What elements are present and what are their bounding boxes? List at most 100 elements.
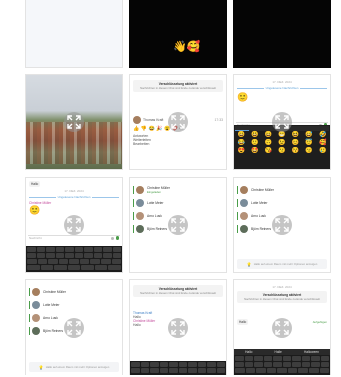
emoji-key[interactable]: 😘 <box>262 148 275 155</box>
reaction-thumbs-up[interactable]: 👍 <box>133 126 139 132</box>
gallery-tile-chat-keyboard[interactable]: Hallo 17. DEZ. 2024 Ungelesene Nachricht… <box>25 177 123 273</box>
date-separator: 17. DEZ. 2024 <box>272 285 292 289</box>
emoji-key[interactable]: 😁 <box>276 132 289 139</box>
expand-icon[interactable] <box>168 112 188 132</box>
gallery-tile-emoji-keyboard[interactable]: 17. DEZ. 2024 Ungelesene Nachrichten 🙂 N… <box>233 74 331 170</box>
emoji-key[interactable]: 😙 <box>303 148 316 155</box>
avatar <box>240 199 248 207</box>
emoji-key[interactable]: 😂 <box>235 140 248 147</box>
message-emoji: 🙂 <box>237 92 249 102</box>
emoji-key[interactable]: 🥲 <box>316 148 329 155</box>
gallery-tile-photo[interactable] <box>25 74 123 170</box>
message-bubble: Hallo <box>29 181 41 187</box>
emoji-icon[interactable] <box>110 236 114 240</box>
member-row[interactable]: Christine Müller <box>237 186 327 194</box>
member-name: Arno Lusk <box>147 214 162 218</box>
message-status: Aufgefügen <box>312 319 327 324</box>
emoji-key[interactable]: 😀 <box>235 132 248 139</box>
encryption-subtitle: Nachrichten in diesem Chat sind Ende-zu-… <box>140 86 216 90</box>
expand-icon[interactable] <box>168 317 188 338</box>
expand-icon[interactable] <box>64 112 84 132</box>
gallery-tile-message-actions[interactable]: Verschlüsselung aktiviert Nachrichten in… <box>129 74 227 170</box>
suggestion[interactable]: Halle <box>275 350 282 354</box>
room-options-text: Hallo auf einem Raum mit mehr Optionen a… <box>253 261 318 266</box>
gallery-tile-black[interactable] <box>233 0 331 68</box>
gallery-tile-encrypted-chat[interactable]: Verschlüsselung aktiviert Nachrichten in… <box>129 279 227 375</box>
emoji-key[interactable]: 😆 <box>289 132 302 139</box>
emoji-sticker: 👋🥰 <box>173 41 201 53</box>
member-status: Eingeladen <box>147 190 161 194</box>
emoji-key[interactable]: 😉 <box>276 140 289 147</box>
gallery-tile-blank[interactable] <box>25 0 123 68</box>
suggestion[interactable]: Halloween <box>304 350 319 354</box>
emoji-key[interactable]: 🤣 <box>316 132 329 139</box>
member-row[interactable]: Christine Müller <box>29 288 119 296</box>
expand-icon[interactable] <box>168 215 188 235</box>
encryption-subtitle: Nachrichten in diesem Chat sind Ende-zu-… <box>244 297 320 301</box>
expand-icon[interactable] <box>272 317 292 338</box>
date-separator: 17. DEZ. 2024 <box>272 80 292 84</box>
sender-name: Thomas Kraft <box>143 117 164 122</box>
avatar <box>32 301 40 309</box>
member-name: Björn Reiners <box>147 227 167 231</box>
expand-icon[interactable] <box>272 112 292 132</box>
suggestion[interactable]: Hallo <box>245 350 252 354</box>
member-name: Lotte Meier <box>43 303 60 307</box>
message-time: 17:33 <box>214 117 224 122</box>
emoji-key[interactable]: 🙂 <box>249 140 262 147</box>
emoji-key[interactable]: 😊 <box>289 140 302 147</box>
message-emoji: 🙂 <box>29 205 41 215</box>
expand-icon[interactable] <box>64 215 84 235</box>
gallery-tile-emoji-video[interactable]: 👋🥰 <box>129 0 227 68</box>
composer-input[interactable]: Nachricht <box>29 236 109 240</box>
gallery-tile-suggestions[interactable]: 17. DEZ. 2024 Verschlüsselung aktiviert … <box>233 279 331 375</box>
avatar <box>240 212 248 220</box>
room-options-text: Hallo auf einem Raum mit mehr Optionen a… <box>45 364 110 369</box>
emoji-grid[interactable]: 😀 😃 😄 😁 😆 😅 🤣 😂 🙂 🙃 😉 😊 😇 🥰 😍 🤩 😘 😗 😚 😙 🥲 <box>235 132 329 155</box>
emoji-key[interactable]: 😄 <box>262 132 275 139</box>
emoji-key[interactable]: 😚 <box>289 148 302 155</box>
member-name: Arno Lusk <box>251 214 266 218</box>
keyboard[interactable] <box>130 361 226 375</box>
emoji-key[interactable]: 😃 <box>249 132 262 139</box>
gallery-tile-member-list-footer[interactable]: Christine Müller Lotte Meier Arno Lusk B… <box>233 177 331 273</box>
menu-edit[interactable]: Bearbeiten <box>133 142 223 146</box>
unread-divider: Ungelesene Nachrichten <box>237 86 327 90</box>
member-row[interactable]: Lotte Meier <box>237 199 327 207</box>
emoji-key[interactable]: 😍 <box>235 148 248 155</box>
unread-divider: Ungelesene Nachrichten <box>29 195 119 199</box>
member-row[interactable]: Lotte Meier <box>29 301 119 309</box>
avatar <box>32 327 40 335</box>
emoji-key[interactable]: 🙃 <box>262 140 275 147</box>
avatar <box>240 225 248 233</box>
member-row[interactable]: Lotte Meier <box>133 199 223 207</box>
room-options-hint[interactable]: 💡 Hallo auf einem Raum mit mehr Optionen… <box>237 259 327 269</box>
emoji-key[interactable]: 🤩 <box>249 148 262 155</box>
reaction-thumbs-down[interactable]: 👎 <box>141 126 147 132</box>
reaction-laugh[interactable]: 😂 <box>148 126 154 132</box>
composer: Nachricht <box>28 235 120 240</box>
expand-icon[interactable] <box>64 317 84 338</box>
gallery-tile-member-list[interactable]: Christine Müller Eingeladen Lotte Meier A… <box>129 177 227 273</box>
member-name: Arno Lusk <box>43 316 58 320</box>
send-icon[interactable] <box>115 236 119 240</box>
expand-icon[interactable] <box>272 215 292 235</box>
avatar <box>32 288 40 296</box>
emoji-key[interactable]: 😗 <box>276 148 289 155</box>
member-row[interactable]: Christine Müller Eingeladen <box>133 186 223 194</box>
keyboard[interactable] <box>234 355 330 375</box>
avatar <box>136 199 144 207</box>
emoji-key[interactable]: 🥰 <box>316 140 329 147</box>
encryption-subtitle: Nachrichten in diesem Chat sind Ende-zu-… <box>140 291 216 295</box>
member-name: Björn Reiners <box>251 227 271 231</box>
reaction-party[interactable]: 🎉 <box>156 126 162 132</box>
avatar <box>136 212 144 220</box>
member-name: Christine Müller <box>251 188 274 192</box>
date-separator: 17. DEZ. 2024 <box>64 189 84 193</box>
gallery-tile-member-list-2[interactable]: Christine Müller Lotte Meier Arno Lusk B… <box>25 279 123 375</box>
keyboard[interactable] <box>26 246 122 272</box>
emoji-key[interactable]: 😇 <box>303 140 316 147</box>
room-options-hint[interactable]: 💡 Hallo auf einem Raum mit mehr Optionen… <box>29 362 119 372</box>
emoji-key[interactable]: 😅 <box>303 132 316 139</box>
avatar <box>136 186 144 194</box>
